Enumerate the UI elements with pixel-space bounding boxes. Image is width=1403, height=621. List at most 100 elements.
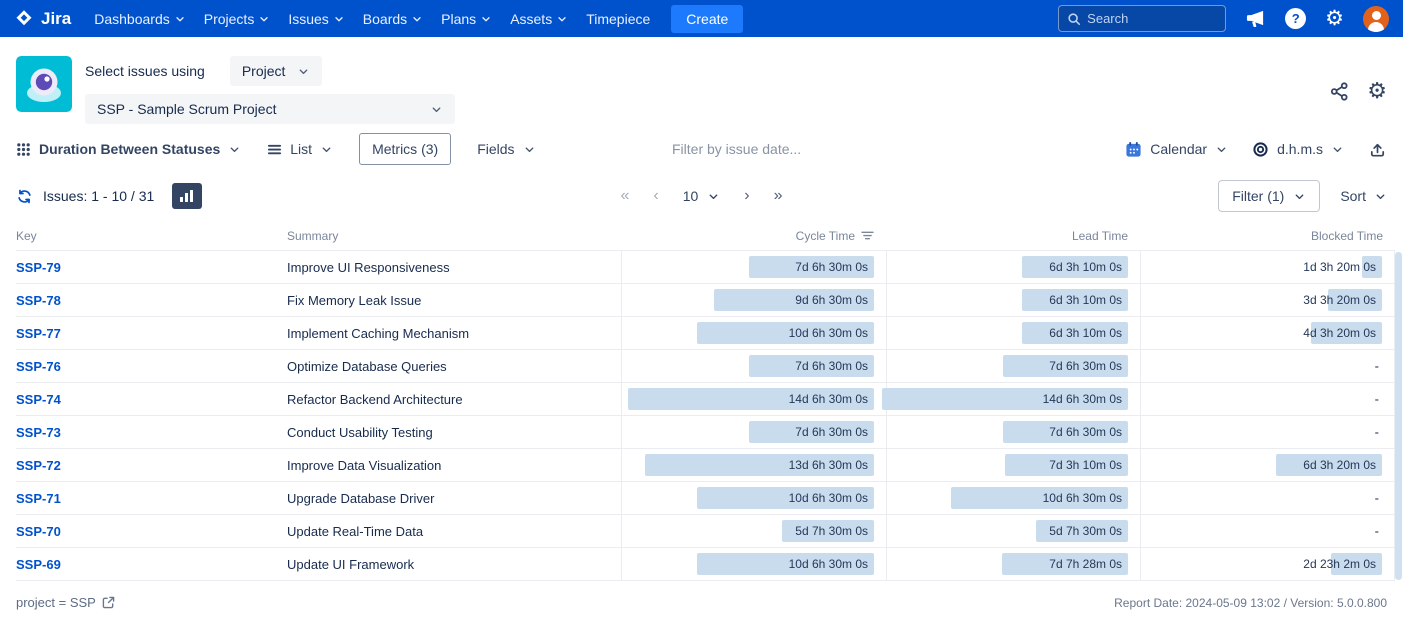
prev-page-button[interactable]: ‹ (653, 188, 658, 204)
announcements-icon[interactable] (1245, 9, 1266, 28)
issue-key-link[interactable]: SSP-70 (16, 524, 61, 539)
nav-item-plans[interactable]: Plans (432, 3, 501, 35)
export-icon[interactable] (1368, 140, 1387, 159)
summary-cell: Implement Caching Mechanism (287, 326, 621, 341)
issue-key-link[interactable]: SSP-74 (16, 392, 61, 407)
duration-value: 7d 6h 30m 0s (795, 260, 868, 274)
project-select[interactable]: SSP - Sample Scrum Project (85, 94, 455, 124)
column-header-summary[interactable]: Summary (287, 229, 621, 243)
chevron-down-icon (1215, 143, 1228, 156)
column-header-cycle-time[interactable]: Cycle Time (621, 229, 886, 243)
refresh-icon[interactable] (16, 188, 33, 205)
table-row: SSP-70Update Real-Time Data5d 7h 30m 0s5… (16, 515, 1395, 548)
nav-item-timepiece[interactable]: Timepiece (577, 3, 659, 35)
blocked-time-cell: - (1140, 482, 1395, 514)
nav-item-assets[interactable]: Assets (501, 3, 577, 35)
pagination-right: Filter (1) Sort (1218, 180, 1387, 212)
external-link-icon[interactable] (102, 596, 115, 609)
lead-time-cell: 7d 7h 28m 0s (886, 548, 1140, 580)
time-format-select[interactable]: d.h.m.s (1252, 141, 1344, 158)
issue-source-select[interactable]: Project (230, 56, 323, 86)
lead-time-cell: 5d 7h 30m 0s (886, 515, 1140, 547)
key-cell: SSP-77 (16, 326, 287, 341)
calendar-label: Calendar (1150, 141, 1207, 157)
user-avatar[interactable] (1363, 6, 1389, 32)
empty-value: - (1375, 524, 1379, 539)
issues-count: Issues: 1 - 10 / 31 (43, 188, 154, 204)
issue-source-value: Project (242, 63, 286, 79)
duration-value: 10d 6h 30m 0s (789, 557, 868, 571)
issue-date-filter-input[interactable]: Filter by issue date... (672, 141, 801, 157)
lead-time-cell: 7d 6h 30m 0s (886, 350, 1140, 382)
table-row: SSP-78Fix Memory Leak Issue9d 6h 30m 0s6… (16, 284, 1395, 317)
issue-key-link[interactable]: SSP-77 (16, 326, 61, 341)
sort-button[interactable]: Sort (1340, 188, 1387, 204)
column-header-blocked-time[interactable]: Blocked Time (1140, 229, 1395, 243)
column-header-lead-time[interactable]: Lead Time (886, 229, 1140, 243)
metrics-button[interactable]: Metrics (3) (359, 133, 451, 165)
column-header-key[interactable]: Key (16, 229, 287, 243)
next-page-button[interactable]: › (744, 188, 749, 204)
issue-key-link[interactable]: SSP-76 (16, 359, 61, 374)
nav-right: ? ⚙ (1058, 5, 1389, 32)
summary-cell: Improve UI Responsiveness (287, 260, 621, 275)
duration-value: 7d 7h 28m 0s (1049, 557, 1122, 571)
chart-view-toggle[interactable] (172, 183, 202, 209)
issue-key-link[interactable]: SSP-69 (16, 557, 61, 572)
table-row: SSP-69 Update UI Framework 10d 6h 30m 0s 7d… (16, 548, 1395, 581)
report-toolbar: Duration Between Statuses List Metrics (… (0, 127, 1403, 171)
filter-button[interactable]: Filter (1) (1218, 180, 1320, 212)
issue-key-link[interactable]: SSP-78 (16, 293, 61, 308)
calendar-select[interactable]: Calendar (1125, 141, 1228, 158)
issue-key-link[interactable]: SSP-71 (16, 491, 61, 506)
last-page-button[interactable]: » (774, 188, 783, 204)
nav-item-dashboards[interactable]: Dashboards (85, 3, 195, 35)
report-settings-icon[interactable]: ⚙ (1367, 80, 1387, 102)
issues-table: Key Summary Cycle Time Lead Time Blocked… (16, 221, 1395, 581)
share-icon[interactable] (1329, 81, 1350, 102)
vertical-scrollbar[interactable] (1395, 252, 1402, 580)
table-row: SSP-71Upgrade Database Driver10d 6h 30m … (16, 482, 1395, 515)
fields-select[interactable]: Fields (477, 141, 535, 157)
help-icon[interactable]: ? (1285, 8, 1306, 29)
settings-icon[interactable]: ⚙ (1325, 8, 1344, 29)
header-actions: ⚙ (1329, 80, 1387, 102)
duration-value: 10d 6h 30m 0s (789, 326, 868, 340)
empty-value: - (1375, 392, 1379, 407)
query-text: project = SSP (16, 595, 96, 610)
select-issues-label: Select issues using (85, 63, 205, 79)
first-page-button[interactable]: « (620, 188, 629, 204)
chevron-down-icon (556, 13, 568, 25)
view-mode-label: List (290, 141, 312, 157)
blocked-time-header-label: Blocked Time (1311, 229, 1383, 243)
duration-value: 10d 6h 30m 0s (789, 491, 868, 505)
duration-value: 2d 23h 2m 0s (1303, 557, 1376, 571)
nav-item-projects[interactable]: Projects (195, 3, 280, 35)
summary-cell: Update UI Framework (287, 557, 621, 572)
issue-key-link[interactable]: SSP-72 (16, 458, 61, 473)
report-type-select[interactable]: Duration Between Statuses (16, 141, 241, 157)
cycle-time-cell: 13d 6h 30m 0s (621, 449, 886, 481)
search-input[interactable] (1087, 11, 1217, 26)
page-size-value: 10 (683, 188, 699, 204)
table-row: SSP-74Refactor Backend Architecture14d 6… (16, 383, 1395, 416)
nav-search[interactable] (1058, 5, 1226, 32)
bar-chart-icon (179, 189, 195, 203)
issue-key-link[interactable]: SSP-79 (16, 260, 61, 275)
summary-cell: Fix Memory Leak Issue (287, 293, 621, 308)
time-format-label: d.h.m.s (1277, 141, 1323, 157)
page-size-select[interactable]: 10 (683, 188, 721, 204)
key-cell: SSP-69 (16, 557, 287, 572)
nav-item-boards[interactable]: Boards (354, 3, 432, 35)
issue-key-link[interactable]: SSP-73 (16, 425, 61, 440)
nav-item-issues[interactable]: Issues (279, 3, 353, 35)
lead-time-cell: 6d 3h 10m 0s (886, 251, 1140, 283)
create-button[interactable]: Create (671, 5, 743, 33)
view-mode-select[interactable]: List (267, 141, 333, 157)
nav-item-label: Timepiece (586, 11, 650, 27)
summary-cell: Update Real-Time Data (287, 524, 621, 539)
timepiece-app-icon (16, 56, 72, 112)
pagination-bar: Issues: 1 - 10 / 31 « ‹ 10 › » Filter (1… (0, 171, 1403, 221)
jira-logo[interactable]: Jira (14, 9, 71, 29)
duration-value: 7d 6h 30m 0s (795, 425, 868, 439)
